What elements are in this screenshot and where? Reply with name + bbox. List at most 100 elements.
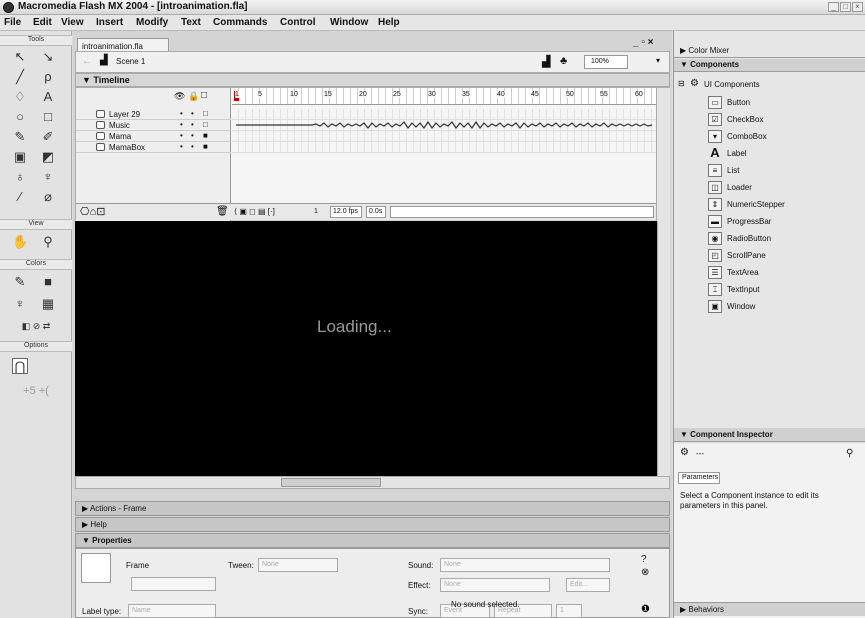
stage-hscroll[interactable] <box>75 476 670 489</box>
menu-modify[interactable]: Modify <box>136 17 168 28</box>
zoom-dropdown-icon[interactable]: ▾ <box>656 56 660 65</box>
trash-icon[interactable]: 🗑 <box>216 206 229 217</box>
hscroll-thumb[interactable] <box>281 478 381 487</box>
ui-components-folder[interactable]: ⊟ ⚙ UI Components <box>674 77 865 93</box>
component-item[interactable]: ▣ Window <box>674 299 865 315</box>
collapse-icon[interactable]: ⊟ <box>678 79 685 88</box>
layer-row[interactable]: Music • • □ <box>76 120 231 131</box>
lock-dot[interactable]: • <box>191 109 194 118</box>
menu-help[interactable]: Help <box>378 17 400 28</box>
menu-file[interactable]: File <box>4 17 21 28</box>
lasso-tool-icon[interactable]: ρ <box>40 69 56 85</box>
paint-fill-icon[interactable]: ♆ <box>12 296 28 312</box>
component-item[interactable]: ▬ ProgressBar <box>674 214 865 230</box>
frame-row[interactable] <box>232 131 656 142</box>
timeline-scrollbar[interactable] <box>656 88 670 221</box>
ink-bottle-tool-icon[interactable]: ♁ <box>12 169 28 185</box>
outline-box[interactable]: ■ <box>203 142 208 151</box>
repeat-count[interactable]: 1 <box>556 604 582 618</box>
component-item[interactable]: ⇕ NumericStepper <box>674 197 865 213</box>
scene-label[interactable]: Scene 1 <box>116 57 145 66</box>
actions-panel-bar[interactable]: ▶ Actions - Frame <box>75 501 670 516</box>
component-item[interactable]: A Label <box>674 146 865 162</box>
doc-window-controls[interactable]: _ ▫ × <box>633 37 654 48</box>
close-icon[interactable]: × <box>852 2 863 12</box>
lock-icon[interactable]: 🔒 <box>188 91 199 102</box>
zoom-tool-icon[interactable]: ⚲ <box>40 234 56 250</box>
menu-text[interactable]: Text <box>181 17 201 28</box>
frames-area[interactable]: 1 5 10 15 20 25 30 35 40 45 50 55 60 <box>232 88 656 221</box>
eyedropper-tool-icon[interactable]: ⁄ <box>12 189 28 205</box>
sound-select[interactable]: None <box>440 558 610 572</box>
frame-name-input[interactable] <box>131 577 216 591</box>
edit-scene-icon[interactable]: ▟ <box>542 55 550 68</box>
visible-dot[interactable]: • <box>180 131 183 140</box>
brush-tool-icon[interactable]: ✐ <box>40 129 56 145</box>
stroke-color-icon[interactable]: ✎ <box>12 274 28 290</box>
text-tool-icon[interactable]: A <box>40 89 56 105</box>
layer-row[interactable]: Layer 29 • • □ <box>76 109 231 120</box>
rectangle-tool-icon[interactable]: □ <box>40 109 56 125</box>
component-item[interactable]: ⌶ TextInput <box>674 282 865 298</box>
free-transform-tool-icon[interactable]: ▣ <box>12 149 28 165</box>
oval-tool-icon[interactable]: ○ <box>12 109 28 125</box>
menu-insert[interactable]: Insert <box>96 17 123 28</box>
menu-window[interactable]: Window <box>330 17 368 28</box>
menu-commands[interactable]: Commands <box>213 17 267 28</box>
info-icon[interactable]: ❶ <box>641 604 650 615</box>
frame-row[interactable] <box>232 142 656 153</box>
menu-view[interactable]: View <box>61 17 84 28</box>
outline-box[interactable]: ■ <box>203 131 208 140</box>
arrow-tool-icon[interactable]: ↖ <box>12 49 28 65</box>
eraser-tool-icon[interactable]: ⌀ <box>40 189 56 205</box>
swap-colors-icon[interactable]: ◧ ⊘ ⇄ <box>6 318 66 334</box>
back-arrow-icon[interactable]: ← <box>82 56 92 67</box>
lock-dot[interactable]: • <box>191 120 194 129</box>
line-tool-icon[interactable]: ╱ <box>12 69 28 85</box>
layer-row[interactable]: MamaBox • • ■ <box>76 142 231 153</box>
edit-button[interactable]: Edit... <box>566 578 610 592</box>
color-mixer-bar[interactable]: ▶ Color Mixer <box>674 45 865 58</box>
effect-select[interactable]: None <box>440 578 550 592</box>
binoculars-icon[interactable]: ⚲ <box>846 448 853 459</box>
add-layer-icon[interactable]: ⎔⌂⊡ <box>80 205 105 218</box>
help-panel-bar[interactable]: ▶ Help <box>75 517 670 532</box>
component-item[interactable]: ▾ ComboBox <box>674 129 865 145</box>
menu-edit[interactable]: Edit <box>33 17 52 28</box>
expand-icon[interactable]: ⊗ <box>641 567 649 578</box>
component-item[interactable]: ▭ Button <box>674 95 865 111</box>
frame-ruler[interactable]: 1 5 10 15 20 25 30 35 40 45 50 55 60 <box>232 88 656 105</box>
tween-select[interactable]: None <box>258 558 338 572</box>
hand-tool-icon[interactable]: ✋ <box>12 234 28 250</box>
fill-swatch-icon[interactable]: ▦ <box>40 296 56 312</box>
component-item[interactable]: ◰ ScrollPane <box>674 248 865 264</box>
snap-magnet-icon[interactable]: ⋂ <box>12 358 28 374</box>
visible-dot[interactable]: • <box>180 109 183 118</box>
outline-box[interactable]: □ <box>203 109 208 118</box>
visible-dot[interactable]: • <box>180 120 183 129</box>
minimize-icon[interactable]: _ <box>828 2 839 12</box>
component-item[interactable]: ☰ TextArea <box>674 265 865 281</box>
eye-icon[interactable]: 👁 <box>174 91 185 102</box>
component-item[interactable]: ◫ Loader <box>674 180 865 196</box>
properties-panel-bar[interactable]: ▼ Properties <box>75 533 670 548</box>
pen-tool-icon[interactable]: ♢ <box>12 89 28 105</box>
outline-icon[interactable]: □ <box>201 90 207 101</box>
help-circle-icon[interactable]: ? <box>641 554 647 565</box>
outline-box[interactable]: □ <box>203 120 208 129</box>
subselect-tool-icon[interactable]: ↘ <box>40 49 56 65</box>
behaviors-bar[interactable]: ▶ Behaviors <box>674 602 865 616</box>
components-bar[interactable]: ▼ Components <box>674 59 865 72</box>
layer-row[interactable]: Mama • • ■ <box>76 131 231 142</box>
component-inspector-bar[interactable]: ▼ Component Inspector <box>674 428 865 442</box>
edit-symbols-icon[interactable]: ♣ <box>560 55 567 67</box>
stage-vscroll[interactable] <box>657 221 670 476</box>
frame-row[interactable] <box>232 109 656 120</box>
timeline-hscroll[interactable] <box>390 206 654 218</box>
zoom-select[interactable]: 100% <box>584 55 628 69</box>
paint-bucket-tool-icon[interactable]: ♆ <box>40 169 56 185</box>
visible-dot[interactable]: • <box>180 142 183 151</box>
frame-rate[interactable]: 12.0 fps <box>330 206 362 218</box>
component-item[interactable]: ◉ RadioButton <box>674 231 865 247</box>
component-item[interactable]: ≡ List <box>674 163 865 179</box>
